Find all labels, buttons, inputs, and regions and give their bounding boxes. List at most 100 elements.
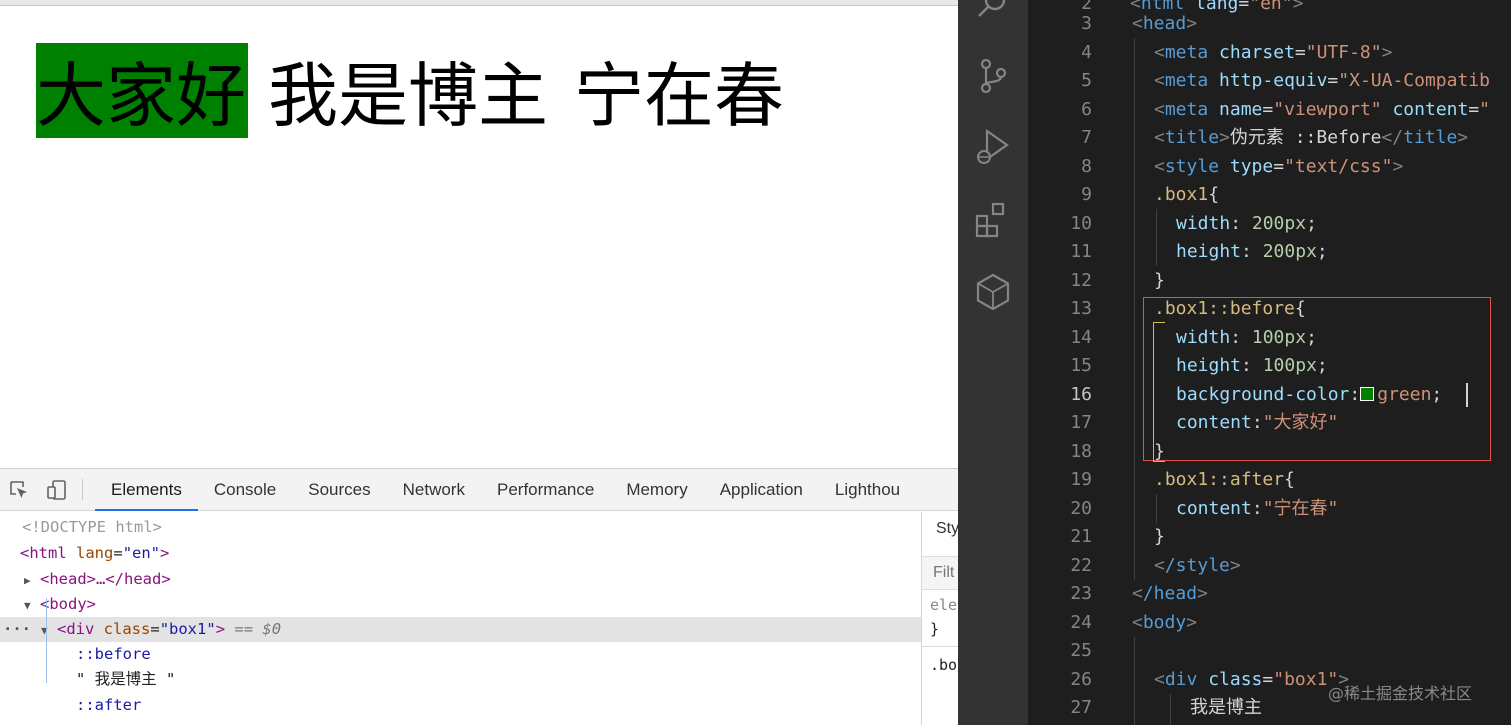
css-value: 200px <box>1262 241 1317 262</box>
line-number: 6 <box>1081 99 1092 120</box>
styles-rule-box1: .bo <box>930 656 958 674</box>
code-line: } <box>1154 270 1165 291</box>
run-debug-icon[interactable] <box>973 127 1013 167</box>
div-text: 我是博主 <box>1190 697 1262 718</box>
code-line: <div class="box1"> <box>1154 669 1350 690</box>
expand-triangle-icon[interactable]: ▶ <box>24 568 40 593</box>
line-number: 5 <box>1081 70 1092 91</box>
code-line: height: 200px; <box>1176 241 1328 262</box>
indent-guide <box>1156 209 1157 266</box>
dom-node-after[interactable]: ::after <box>0 693 921 718</box>
attr-value: "X-UA-Compatib <box>1338 70 1490 91</box>
head-tag: head <box>1142 13 1187 34</box>
line-number: 18 <box>1070 441 1092 462</box>
tab-network[interactable]: Network <box>387 469 481 510</box>
pseudo-after: ::after <box>76 696 142 714</box>
line-number: 21 <box>1070 526 1092 547</box>
line-number-active: 16 <box>1070 384 1092 405</box>
source-control-icon[interactable] <box>973 56 1013 96</box>
div-class-value: "box1" <box>159 620 216 638</box>
tab-lighthouse[interactable]: Lighthou <box>819 469 916 510</box>
dom-node-div-selected[interactable]: ··· ▼ <div class="box1"> == $0 <box>0 617 921 642</box>
watermark: @稀土掘金技术社区 <box>1328 684 1473 703</box>
indent-guide <box>1170 694 1171 725</box>
highlight-box <box>1143 297 1491 461</box>
preview-main-text: 我是博主 <box>268 54 548 137</box>
styles-filter-input[interactable]: Filt <box>922 556 958 590</box>
line-number: 12 <box>1070 270 1092 291</box>
dom-indent-guide <box>46 598 47 683</box>
tab-sources[interactable]: Sources <box>292 469 386 510</box>
line-number: 24 <box>1070 612 1092 633</box>
code-line: <meta name="viewport" content=" <box>1154 99 1491 120</box>
dom-node-before[interactable]: ::before <box>0 642 921 667</box>
selected-node-marker: == $0 <box>234 620 282 638</box>
dom-node-text[interactable]: " 我是博主 " <box>0 667 921 692</box>
div-class-attr: class <box>103 620 151 638</box>
tab-console[interactable]: Console <box>198 469 292 510</box>
dom-node-html[interactable]: <html lang="en"> <box>0 541 921 566</box>
device-toolbar-icon[interactable] <box>38 469 76 510</box>
search-icon[interactable] <box>973 0 1013 26</box>
line-number: 17 <box>1070 412 1092 433</box>
tab-performance[interactable]: Performance <box>481 469 610 510</box>
line-number-gutter: 2 3 4 5 6 7 8 9 10 11 12 13 14 15 16 17 … <box>1028 0 1092 725</box>
head-close-tag: /head <box>1142 583 1198 604</box>
title-text: 伪元素 ::Before <box>1229 127 1382 148</box>
more-options-icon[interactable]: ··· <box>3 617 41 642</box>
line-number: 27 <box>1070 697 1092 718</box>
body-tag: body <box>1142 612 1187 633</box>
attr-name: type <box>1229 156 1274 177</box>
code-line: </head> <box>1132 583 1208 604</box>
tab-styles[interactable]: Sty <box>936 520 958 538</box>
line-number: 13 <box>1070 298 1092 319</box>
dom-node-body[interactable]: ▼ <body> <box>0 592 921 617</box>
css-property: content <box>1176 498 1252 519</box>
line-number: 11 <box>1070 241 1092 262</box>
inspect-element-icon[interactable] <box>0 469 38 510</box>
head-collapsed: <head>…</head> <box>40 570 171 588</box>
line-number: 20 <box>1070 498 1092 519</box>
css-value: "宁在春" <box>1262 498 1339 519</box>
style-close-tag: /style <box>1164 555 1230 576</box>
tab-elements[interactable]: Elements <box>95 469 198 511</box>
attr-value: "viewport" <box>1273 99 1382 120</box>
collapse-triangle-icon[interactable]: ▼ <box>24 593 40 618</box>
line-number: 22 <box>1070 555 1092 576</box>
browser-top-edge <box>0 0 958 6</box>
html-tag: <html <box>20 544 67 562</box>
code-line: </style> <box>1154 555 1241 576</box>
attr-name: charset <box>1219 42 1295 63</box>
pseudo-before: ::before <box>76 645 151 663</box>
line-number: 26 <box>1070 669 1092 690</box>
text-cursor <box>1466 383 1468 407</box>
attr-value: "UTF-8" <box>1305 42 1382 63</box>
tab-memory[interactable]: Memory <box>610 469 703 510</box>
line-number: 4 <box>1081 42 1092 63</box>
extensions-icon[interactable] <box>973 200 1013 240</box>
line-number: 9 <box>1081 184 1092 205</box>
line-number: 19 <box>1070 469 1092 490</box>
dom-node-head[interactable]: ▶ <head>…</head> <box>0 567 921 592</box>
code-line: .box1{ <box>1154 184 1220 205</box>
line-number: 25 <box>1070 640 1092 661</box>
remote-explorer-icon[interactable] <box>973 272 1013 312</box>
attr-name: class <box>1208 669 1263 690</box>
bracket-match-guide <box>1153 322 1165 462</box>
dom-node-doctype[interactable]: <!DOCTYPE html> <box>0 515 921 540</box>
activity-bar <box>958 0 1028 725</box>
line-number: 14 <box>1070 327 1092 348</box>
preview-before-pseudo: 大家好 <box>36 42 248 138</box>
code-line: <title>伪元素 ::Before</title> <box>1154 127 1469 148</box>
browser-window: 大家好 我是博主 宁在春 Elements Console Sources Ne… <box>0 0 958 725</box>
toolbar-separator <box>82 479 83 500</box>
body-tag: <body> <box>40 595 96 613</box>
code-line: 我是博主 <box>1190 694 1262 722</box>
collapse-triangle-icon[interactable]: ▼ <box>41 618 57 643</box>
attr-name: name <box>1219 99 1263 120</box>
line-number: 7 <box>1081 127 1092 148</box>
attr-value: "text/css" <box>1284 156 1393 177</box>
indent-guide <box>1134 637 1135 725</box>
styles-pane: Sty Filt ele } .bo <box>921 512 958 725</box>
tab-application[interactable]: Application <box>704 469 819 510</box>
